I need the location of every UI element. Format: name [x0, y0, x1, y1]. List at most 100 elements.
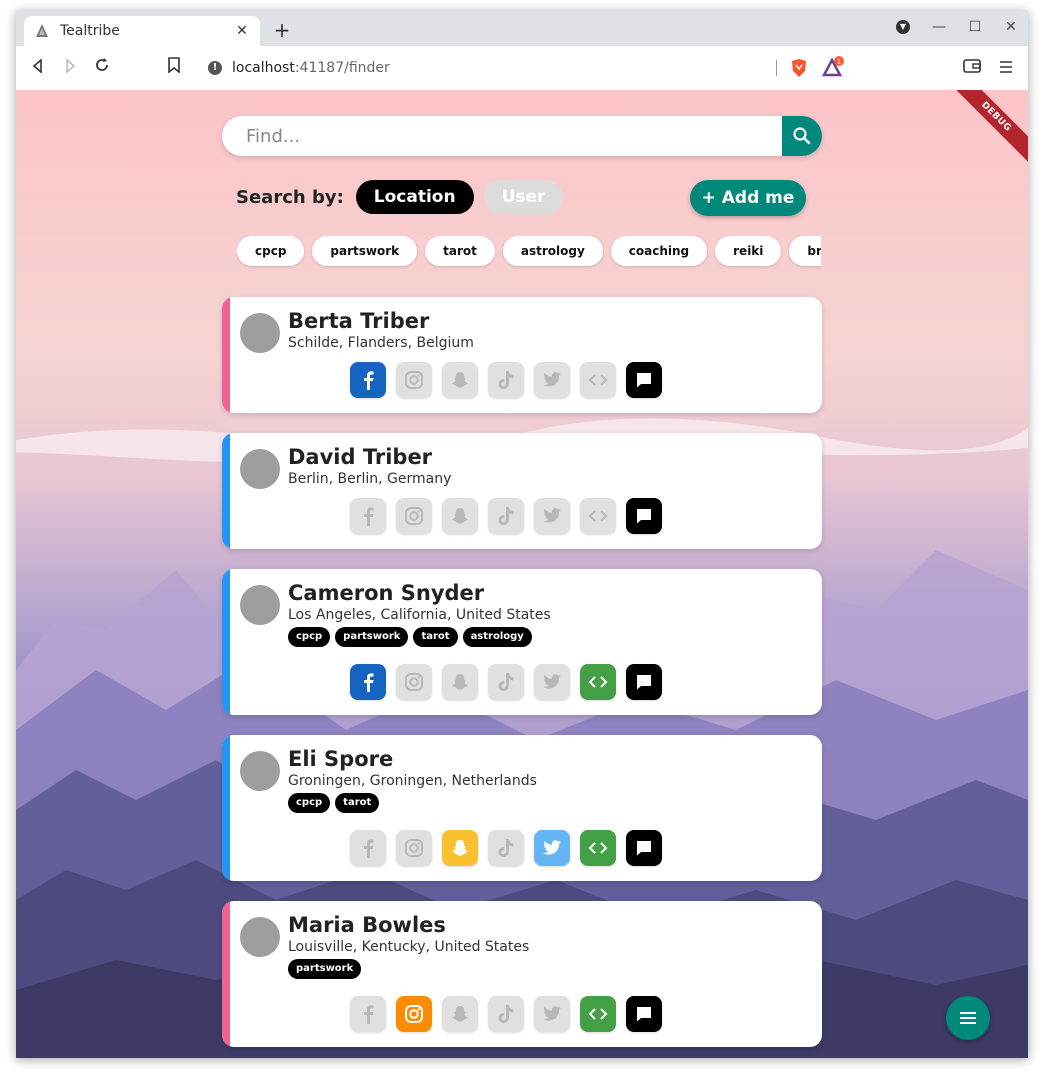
wallet-icon[interactable] — [960, 56, 984, 80]
twitter-link-button[interactable] — [534, 498, 570, 534]
tag-chip[interactable]: breath — [789, 236, 821, 266]
chat-icon — [637, 841, 651, 856]
tab-strip: Tealtribe ✕ + ▼ — ☐ ✕ — [16, 10, 1028, 46]
tiktok-link-button[interactable] — [488, 664, 524, 700]
instagram-link-button[interactable] — [396, 830, 432, 866]
snapchat-link-button[interactable] — [442, 664, 478, 700]
close-window-button[interactable]: ✕ — [1000, 16, 1022, 38]
web-link-button[interactable] — [580, 830, 616, 866]
facebook-icon — [364, 507, 374, 526]
tag-chip[interactable]: astrology — [502, 236, 603, 266]
maximize-button[interactable]: ☐ — [964, 16, 986, 38]
search-icon — [793, 127, 811, 145]
user-tag: tarot — [335, 793, 380, 813]
search-by-user-button[interactable]: User — [483, 180, 564, 214]
instagram-link-button[interactable] — [396, 996, 432, 1032]
web-icon — [588, 510, 608, 522]
snapchat-link-button[interactable] — [442, 830, 478, 866]
user-tag: cpcp — [288, 627, 331, 647]
brave-rewards-icon[interactable]: 1 — [822, 56, 844, 78]
search-button[interactable] — [782, 116, 822, 156]
chat-link-button[interactable] — [626, 830, 662, 866]
facebook-icon — [364, 371, 374, 390]
debug-banner: DEBUG — [947, 90, 1028, 166]
user-location: Schilde, Flanders, Belgium — [288, 335, 474, 351]
tag-chip[interactable]: tarot — [425, 236, 495, 266]
facebook-link-button[interactable] — [350, 362, 386, 398]
user-tags: cpcp tarot — [288, 793, 380, 813]
chat-link-button[interactable] — [626, 498, 662, 534]
brave-shield-icon[interactable] — [790, 58, 808, 78]
twitter-link-button[interactable] — [534, 996, 570, 1032]
new-tab-button[interactable]: + — [270, 18, 294, 42]
chat-link-button[interactable] — [626, 664, 662, 700]
user-location: Los Angeles, California, United States — [288, 607, 551, 623]
tiktok-icon — [498, 371, 514, 389]
facebook-link-button[interactable] — [350, 830, 386, 866]
instagram-link-button[interactable] — [396, 664, 432, 700]
url-host: localhost — [232, 60, 295, 76]
tag-chip[interactable]: cpcp — [237, 236, 305, 266]
user-card[interactable]: Cameron Snyder Los Angeles, California, … — [222, 569, 822, 715]
instagram-link-button[interactable] — [396, 498, 432, 534]
twitter-link-button[interactable] — [534, 362, 570, 398]
web-link-button[interactable] — [580, 996, 616, 1032]
tiktok-link-button[interactable] — [488, 830, 524, 866]
web-link-button[interactable] — [580, 664, 616, 700]
search-input[interactable] — [222, 116, 782, 156]
bookmark-icon[interactable] — [162, 56, 186, 80]
user-name: Berta Triber — [288, 309, 430, 333]
menu-fab-button[interactable] — [946, 996, 990, 1040]
user-card[interactable]: Maria Bowles Louisville, Kentucky, Unite… — [222, 901, 822, 1047]
chat-link-button[interactable] — [626, 996, 662, 1032]
search-bar — [222, 116, 822, 156]
user-card[interactable]: David Triber Berlin, Berlin, Germany — [222, 433, 822, 549]
user-tag: partswork — [335, 627, 409, 647]
user-card[interactable]: Eli Spore Groningen, Groningen, Netherla… — [222, 735, 822, 881]
avatar — [240, 449, 280, 489]
url-text: localhost:41187/finder — [232, 60, 390, 76]
facebook-link-button[interactable] — [350, 498, 386, 534]
back-icon[interactable] — [26, 56, 50, 80]
search-by-location-button[interactable]: Location — [355, 180, 474, 214]
tiktok-link-button[interactable] — [488, 996, 524, 1032]
web-link-button[interactable] — [580, 498, 616, 534]
facebook-link-button[interactable] — [350, 664, 386, 700]
snapchat-link-button[interactable] — [442, 996, 478, 1032]
tiktok-link-button[interactable] — [488, 498, 524, 534]
facebook-icon — [364, 839, 374, 858]
web-icon — [588, 676, 608, 688]
info-icon[interactable]: ! — [208, 61, 222, 75]
tiktok-link-button[interactable] — [488, 362, 524, 398]
minimize-button[interactable]: — — [928, 16, 950, 38]
user-tag: astrology — [462, 627, 532, 647]
user-location: Louisville, Kentucky, United States — [288, 939, 530, 955]
user-name: Cameron Snyder — [288, 581, 485, 605]
twitter-link-button[interactable] — [534, 664, 570, 700]
facebook-link-button[interactable] — [350, 996, 386, 1032]
window-controls: ▼ — ☐ ✕ — [892, 16, 1022, 38]
snapchat-link-button[interactable] — [442, 498, 478, 534]
card-accent-bar — [222, 569, 230, 715]
tag-chip[interactable]: reiki — [715, 236, 782, 266]
menu-icon[interactable] — [994, 56, 1018, 80]
add-me-button[interactable]: + Add me — [690, 180, 806, 216]
web-link-button[interactable] — [580, 362, 616, 398]
instagram-link-button[interactable] — [396, 362, 432, 398]
close-tab-icon[interactable]: ✕ — [232, 23, 252, 39]
chat-link-button[interactable] — [626, 362, 662, 398]
snapchat-icon — [452, 840, 468, 856]
tab-tealtribe[interactable]: Tealtribe ✕ — [24, 16, 260, 46]
reload-icon[interactable] — [90, 56, 114, 80]
user-card[interactable]: Berta Triber Schilde, Flanders, Belgium — [222, 297, 822, 413]
twitter-icon — [543, 674, 561, 689]
tab-search-button[interactable]: ▼ — [892, 16, 914, 38]
twitter-link-button[interactable] — [534, 830, 570, 866]
snapchat-link-button[interactable] — [442, 362, 478, 398]
forward-icon[interactable] — [58, 56, 82, 80]
twitter-icon — [543, 1006, 561, 1021]
tag-chip[interactable]: coaching — [610, 236, 708, 266]
tag-chip[interactable]: partswork — [312, 236, 418, 266]
twitter-icon — [543, 840, 561, 855]
address-bar[interactable]: ! localhost:41187/finder 1 — [198, 52, 848, 84]
